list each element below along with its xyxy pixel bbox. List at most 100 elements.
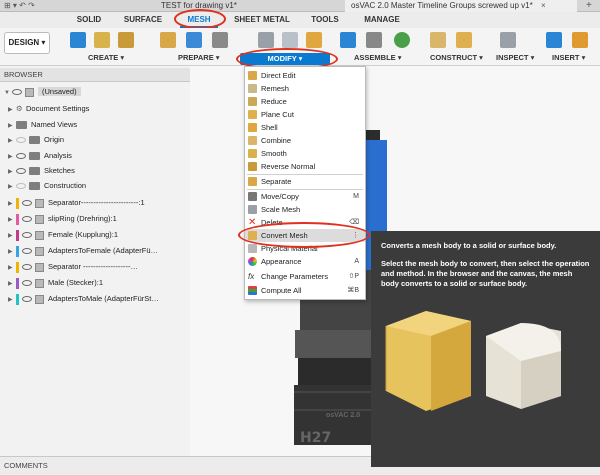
expand-icon[interactable]: ▶ <box>8 278 16 291</box>
tessellate-icon[interactable] <box>118 32 134 48</box>
axis-icon[interactable] <box>456 32 472 48</box>
construct-group-label[interactable]: CONSTRUCT ▾ <box>430 53 483 62</box>
eye-icon[interactable] <box>22 296 32 303</box>
menu-item-move-copy[interactable]: Move/Copy M <box>245 190 365 203</box>
menu-item-scale-mesh[interactable]: Scale Mesh <box>245 203 365 216</box>
new-component-icon[interactable] <box>340 32 356 48</box>
menu-item-change-parameters[interactable]: fx Change Parameters ⇧P <box>245 270 365 283</box>
menu-item-remesh[interactable]: Remesh <box>245 82 365 95</box>
expand-icon[interactable]: ▶ <box>8 246 16 259</box>
menu-item-direct-edit[interactable]: Direct Edit <box>245 69 365 82</box>
browser-item-adapters-female[interactable]: ▶ AdaptersToFemale (AdapterFü… <box>8 244 158 257</box>
browser-item-named-views[interactable]: ▶ Named Views <box>8 118 77 131</box>
eye-icon[interactable] <box>22 232 32 239</box>
shell-toolbar-icon[interactable] <box>306 32 322 48</box>
expand-icon[interactable]: ▶ <box>8 294 16 307</box>
prepare-grid-icon[interactable] <box>212 32 228 48</box>
browser-item-separator-2[interactable]: ▶ Separator -------------------… <box>8 260 138 273</box>
motion-link-icon[interactable] <box>394 32 410 48</box>
joint-icon[interactable] <box>366 32 382 48</box>
menu-item-compute-all[interactable]: Compute All ⌘B <box>245 284 365 297</box>
measure-icon[interactable] <box>500 32 516 48</box>
eye-icon[interactable] <box>12 89 22 96</box>
browser-item-construction[interactable]: ▶ Construction <box>8 179 86 192</box>
tab-solid[interactable]: SOLID <box>72 12 106 28</box>
insert-mcmaster-icon[interactable] <box>572 32 588 48</box>
expand-icon[interactable]: ▶ <box>8 181 16 194</box>
menu-item-smooth[interactable]: Smooth <box>245 147 365 160</box>
eye-icon[interactable] <box>22 264 32 271</box>
browser-item-sketches[interactable]: ▶ Sketches <box>8 164 75 177</box>
browser-item-origin[interactable]: ▶ Origin <box>8 133 64 146</box>
smooth-icon <box>248 149 257 158</box>
eye-icon[interactable] <box>16 168 26 175</box>
close-icon[interactable]: × <box>541 0 546 12</box>
tab-osvac-master[interactable]: osVAC 2.0 Master Timeline Groups screwed… <box>345 0 577 12</box>
generate-face-groups-icon[interactable] <box>186 32 202 48</box>
browser-header[interactable]: BROWSER <box>0 68 190 82</box>
eye-icon[interactable] <box>16 153 26 160</box>
expand-icon[interactable]: ▶ <box>8 120 16 133</box>
tab-test-drawing[interactable]: TEST for drawing v1* <box>155 0 335 12</box>
expand-icon[interactable]: ▶ <box>8 151 16 164</box>
browser-root-row[interactable]: ▼ (Unsaved) <box>4 85 81 98</box>
expand-icon[interactable]: ▶ <box>8 104 16 117</box>
remesh-toolbar-icon[interactable] <box>282 32 298 48</box>
insert-icon[interactable] <box>546 32 562 48</box>
new-tab-icon[interactable]: + <box>586 0 592 12</box>
menu-item-separate[interactable]: Separate <box>245 175 365 188</box>
combine-icon <box>248 136 257 145</box>
menu-item-reverse-normal[interactable]: Reverse Normal <box>245 160 365 173</box>
tab-surface[interactable]: SURFACE <box>120 12 166 28</box>
expand-icon[interactable]: ▶ <box>8 198 16 211</box>
design-workspace-button[interactable]: DESIGN ▾ <box>4 32 50 54</box>
browser-item-female[interactable]: ▶ Female (Kupplung):1 <box>8 228 118 241</box>
menu-item-plane-cut[interactable]: Plane Cut <box>245 108 365 121</box>
tab-sheet-metal[interactable]: SHEET METAL <box>232 12 292 28</box>
menu-item-reduce[interactable]: Reduce <box>245 95 365 108</box>
expand-icon[interactable]: ▶ <box>8 262 16 275</box>
eye-icon[interactable] <box>16 183 26 190</box>
component-icon <box>35 198 44 208</box>
browser-item-slipring[interactable]: ▶ slipRing (Drehring):1 <box>8 212 117 225</box>
prepare-group-label[interactable]: PREPARE ▾ <box>178 53 220 62</box>
component-color-bar <box>16 293 19 305</box>
prepare-icon[interactable] <box>160 32 176 48</box>
browser-item-label: slipRing (Drehring):1 <box>48 214 117 223</box>
create-icon[interactable] <box>70 32 86 48</box>
create-form-icon[interactable] <box>94 32 110 48</box>
collapse-icon[interactable]: ▼ <box>4 87 12 100</box>
assemble-group-label[interactable]: ASSEMBLE ▾ <box>354 53 402 62</box>
menu-item-appearance[interactable]: Appearance A <box>245 255 365 268</box>
eye-icon[interactable] <box>16 137 26 144</box>
browser-item-label: AdaptersToFemale (AdapterFü… <box>48 246 159 255</box>
eye-icon[interactable] <box>22 280 32 287</box>
browser-item-document-settings[interactable]: ▶ ⚙ Document Settings <box>8 102 89 115</box>
browser-item-analysis[interactable]: ▶ Analysis <box>8 149 72 162</box>
expand-icon[interactable]: ▶ <box>8 230 16 243</box>
browser-item-male[interactable]: ▶ Male (Stecker):1 <box>8 276 103 289</box>
menu-item-label: Plane Cut <box>261 110 294 119</box>
browser-item-adapters-male[interactable]: ▶ AdaptersToMale (AdapterFürSt… <box>8 292 159 305</box>
tooltip-title: Converts a mesh body to a solid or surfa… <box>381 241 557 250</box>
tab-manage[interactable]: MANAGE <box>362 12 402 28</box>
browser-item-label: Female (Kupplung):1 <box>48 230 119 239</box>
offset-plane-icon[interactable] <box>430 32 446 48</box>
menu-item-shell[interactable]: Shell <box>245 121 365 134</box>
create-group-label[interactable]: CREATE ▾ <box>88 53 124 62</box>
tab-tools[interactable]: TOOLS <box>308 12 342 28</box>
insert-group-label[interactable]: INSERT ▾ <box>552 53 585 62</box>
expand-icon[interactable]: ▶ <box>8 214 16 227</box>
eye-icon[interactable] <box>22 200 32 207</box>
browser-item-separator-1[interactable]: ▶ Separator-----------------------:1 <box>8 196 145 209</box>
menu-item-label: Separate <box>261 177 292 186</box>
expand-icon[interactable]: ▶ <box>8 135 16 148</box>
modify-icon[interactable] <box>258 32 274 48</box>
eye-icon[interactable] <box>22 248 32 255</box>
expand-icon[interactable]: ▶ <box>8 166 16 179</box>
menu-item-label: Scale Mesh <box>261 205 301 214</box>
eye-icon[interactable] <box>22 216 32 223</box>
menu-item-combine[interactable]: Combine <box>245 134 365 147</box>
browser-item-label: Separator-----------------------:1 <box>48 198 145 207</box>
inspect-group-label[interactable]: INSPECT ▾ <box>496 53 534 62</box>
